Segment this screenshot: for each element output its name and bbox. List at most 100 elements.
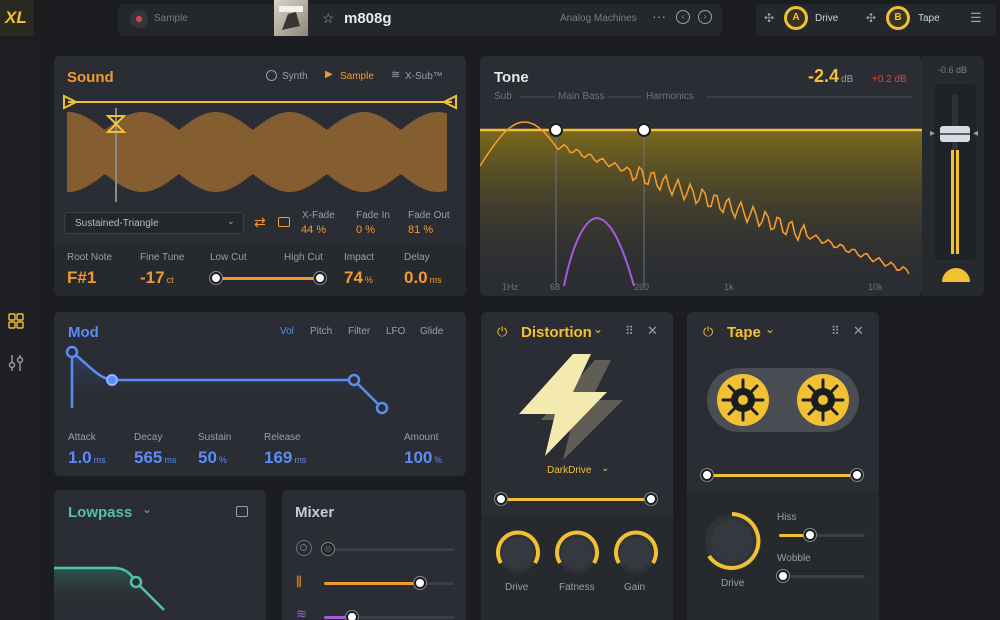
filter-options-icon[interactable]: [236, 506, 248, 517]
xsub-layer-icon: ≋: [296, 606, 307, 620]
distortion-range-low[interactable]: [495, 493, 507, 505]
xfade-label: X-Fade: [302, 210, 335, 221]
tone-gain[interactable]: -2.4 dB: [808, 66, 853, 87]
close-icon[interactable]: ✕: [853, 323, 864, 339]
root-note-value[interactable]: F#1: [67, 268, 96, 288]
distortion-preset[interactable]: DarkDrive: [547, 465, 591, 476]
wobble-handle[interactable]: [777, 570, 789, 582]
xfade-value[interactable]: 44 %: [301, 224, 326, 236]
hiss-handle[interactable]: [804, 529, 816, 541]
tape-drive-knob[interactable]: [701, 510, 763, 572]
record-sample-icon[interactable]: [130, 10, 148, 28]
sample-label[interactable]: Sample: [154, 13, 188, 24]
cut-range-fill: [216, 277, 322, 280]
drag-grip-icon[interactable]: ⠿: [831, 324, 840, 338]
spectrum-display[interactable]: [480, 86, 922, 296]
tape-drive-label: Drive: [721, 578, 745, 589]
fadeout-label: Fade Out: [408, 210, 450, 221]
mixer-sliders-icon[interactable]: [8, 354, 24, 372]
chevron-down-icon[interactable]: ⌄: [765, 322, 775, 336]
synth-level-track[interactable]: [324, 548, 454, 551]
power-icon[interactable]: ⏻: [703, 324, 713, 340]
waveform-select[interactable]: Sustained-Triangle ⌄: [64, 212, 244, 234]
synth-layer-icon: [296, 540, 312, 556]
low-cut-handle[interactable]: [210, 272, 222, 284]
distortion-range-fill: [501, 498, 653, 501]
synth-level-handle[interactable]: [322, 543, 334, 555]
fadeout-value[interactable]: 81 %: [408, 224, 433, 236]
preset-thumbnail[interactable]: [274, 0, 308, 36]
impact-value[interactable]: 74%: [344, 268, 373, 288]
tape-panel: ⏻ Tape ⌄ ⠿ ✕ Drive Hiss Wobble: [687, 312, 879, 620]
mod-tab-lfo[interactable]: LFO: [386, 326, 405, 337]
close-icon[interactable]: ✕: [647, 323, 658, 339]
drive-knob[interactable]: [493, 528, 543, 578]
fx-slot-a-badge[interactable]: A: [784, 6, 808, 30]
tape-range-high[interactable]: [851, 469, 863, 481]
drag-handle-icon[interactable]: ✣: [764, 11, 774, 25]
mod-panel: Mod Vol Pitch Filter LFO Glide Attack 1.…: [54, 312, 466, 476]
next-preset-icon[interactable]: ›: [698, 10, 712, 24]
high-cut-handle[interactable]: [314, 272, 326, 284]
output-meter-left: [951, 150, 954, 254]
fatness-knob[interactable]: [552, 528, 602, 578]
fadein-value[interactable]: 0 %: [356, 224, 375, 236]
synth-mode-tab[interactable]: Synth: [282, 71, 308, 82]
prev-preset-icon[interactable]: ‹: [676, 10, 690, 24]
fx-slot-b-badge[interactable]: B: [886, 6, 910, 30]
preset-category[interactable]: Analog Machines: [560, 13, 637, 24]
filter-title[interactable]: Lowpass: [68, 504, 132, 521]
mod-tab-filter[interactable]: Filter: [348, 326, 370, 337]
tone-title: Tone: [494, 69, 529, 86]
grid-view-icon[interactable]: [8, 313, 24, 329]
attack-value[interactable]: 1.0 ms: [68, 448, 106, 468]
tape-reels-icon: [707, 368, 859, 432]
chevron-down-icon[interactable]: ⌄: [142, 502, 152, 516]
freq-1hz: 1Hz: [502, 282, 519, 292]
distortion-panel: ⏻ Distortion ⌄ ⠿ ✕ DarkDrive ⌄ Drive Fat…: [481, 312, 673, 620]
slice-icon[interactable]: [278, 217, 290, 227]
mixer-title: Mixer: [295, 504, 335, 521]
gain-knob[interactable]: [611, 528, 661, 578]
sample-waveform[interactable]: [62, 94, 458, 206]
loop-icon[interactable]: ⇄: [254, 214, 266, 231]
xsub-mode-tab[interactable]: X-Sub™: [405, 71, 443, 82]
more-dots-icon[interactable]: ···: [652, 8, 666, 24]
xsub-level-handle[interactable]: [346, 611, 358, 620]
release-value[interactable]: 169 ms: [264, 448, 306, 468]
chevron-down-icon: ⌄: [226, 216, 235, 227]
envelope-editor[interactable]: [54, 342, 466, 418]
lightning-bolt-icon: [519, 354, 623, 460]
delay-value[interactable]: 0.0 ms: [404, 268, 442, 288]
wobble-track[interactable]: [779, 575, 865, 578]
list-menu-icon[interactable]: ☰: [970, 10, 982, 26]
xsub-mode-icon[interactable]: ≋: [391, 68, 400, 81]
amount-value[interactable]: 100%: [404, 448, 442, 468]
chevron-down-icon[interactable]: ⌄: [593, 322, 603, 336]
output-fader-cap[interactable]: [940, 126, 970, 142]
drag-grip-icon[interactable]: ⠿: [625, 324, 634, 338]
sample-mode-icon[interactable]: ▶: [325, 69, 333, 80]
sustain-label: Sustain: [198, 432, 232, 443]
filter-curve[interactable]: [54, 550, 266, 620]
fx-slot-a-name[interactable]: Drive: [815, 13, 838, 24]
sustain-value[interactable]: 50%: [198, 448, 227, 468]
drag-handle-icon[interactable]: ✣: [866, 11, 876, 25]
mod-tab-glide[interactable]: Glide: [420, 326, 443, 337]
fine-tune-value[interactable]: -17 ct: [140, 268, 174, 288]
synth-mode-icon[interactable]: [266, 70, 277, 81]
release-label: Release: [264, 432, 301, 443]
preset-name[interactable]: m808g: [344, 10, 392, 27]
chevron-down-icon[interactable]: ⌄: [601, 463, 609, 474]
mod-tab-vol[interactable]: Vol: [280, 326, 294, 337]
mod-tab-pitch[interactable]: Pitch: [310, 326, 332, 337]
favorite-star-icon[interactable]: ☆: [322, 10, 335, 27]
decay-value[interactable]: 565 ms: [134, 448, 176, 468]
distortion-range-high[interactable]: [645, 493, 657, 505]
sample-level-handle[interactable]: [414, 577, 426, 589]
sample-mode-tab[interactable]: Sample: [340, 71, 374, 82]
fx-slot-b-name[interactable]: Tape: [918, 13, 940, 24]
tape-range-low[interactable]: [701, 469, 713, 481]
power-icon[interactable]: ⏻: [497, 324, 507, 340]
impact-label: Impact: [344, 252, 375, 263]
